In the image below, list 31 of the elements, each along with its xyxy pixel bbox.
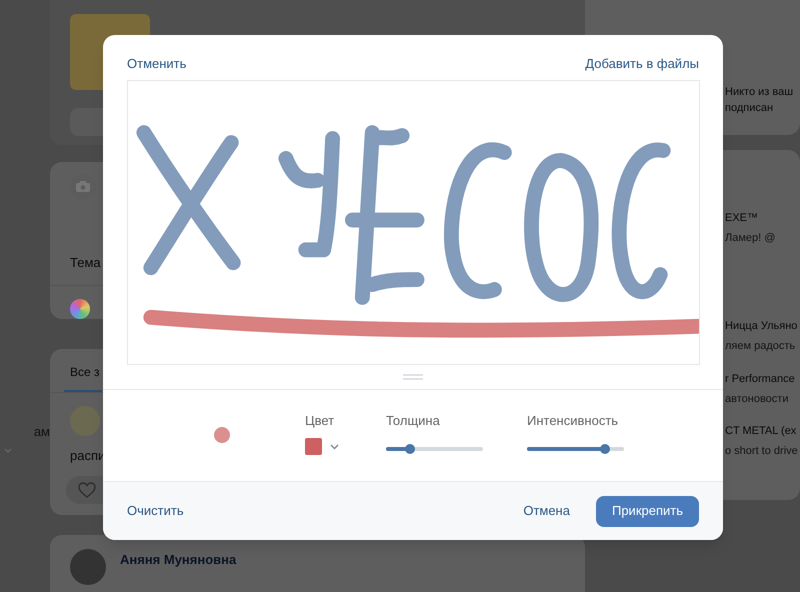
slider-label: Интенсивность bbox=[527, 413, 618, 429]
slider-track[interactable] bbox=[386, 447, 483, 451]
slider-label: Толщина bbox=[386, 413, 440, 429]
chevron-down-icon bbox=[4, 448, 12, 453]
community-subtitle: Ламер! @ bbox=[725, 231, 776, 246]
chevron-down-icon bbox=[330, 444, 339, 450]
community-subtitle: автоновости bbox=[725, 392, 788, 407]
attach-button[interactable]: Прикрепить bbox=[596, 496, 699, 526]
drag-handle-icon[interactable] bbox=[403, 374, 423, 380]
topic-label: Тема bbox=[70, 254, 101, 271]
community-subtitle: ляем радость bbox=[725, 339, 796, 354]
sidebar-link-text[interactable]: ам bbox=[34, 424, 50, 440]
community-name[interactable]: r Performance bbox=[725, 371, 795, 387]
cancel-link[interactable]: Отменить bbox=[127, 56, 186, 72]
community-subtitle: o short to drive bbox=[725, 444, 798, 459]
slider-thumb[interactable] bbox=[405, 444, 416, 454]
drawing-canvas[interactable] bbox=[127, 80, 700, 365]
color-wheel-icon[interactable] bbox=[70, 298, 90, 319]
community-name[interactable]: EXE™ bbox=[725, 210, 758, 226]
save-to-files-link[interactable]: Добавить в файлы bbox=[585, 56, 699, 72]
notice-text: Никто из ваш подписан bbox=[725, 85, 794, 116]
cancel-button[interactable]: Отмена bbox=[521, 497, 572, 525]
slider-track[interactable] bbox=[527, 447, 624, 451]
clear-link[interactable]: Очистить bbox=[127, 503, 184, 519]
color-label: Цвет bbox=[305, 413, 334, 429]
community-name[interactable]: Ницца Ульяно bbox=[725, 318, 798, 334]
post-author-link[interactable]: Аняня Муняновна bbox=[120, 552, 236, 568]
slider-thumb[interactable] bbox=[600, 444, 610, 454]
community-name[interactable]: CT METAL (ex bbox=[725, 423, 796, 439]
heart-icon bbox=[78, 482, 96, 498]
avatar bbox=[70, 549, 106, 586]
